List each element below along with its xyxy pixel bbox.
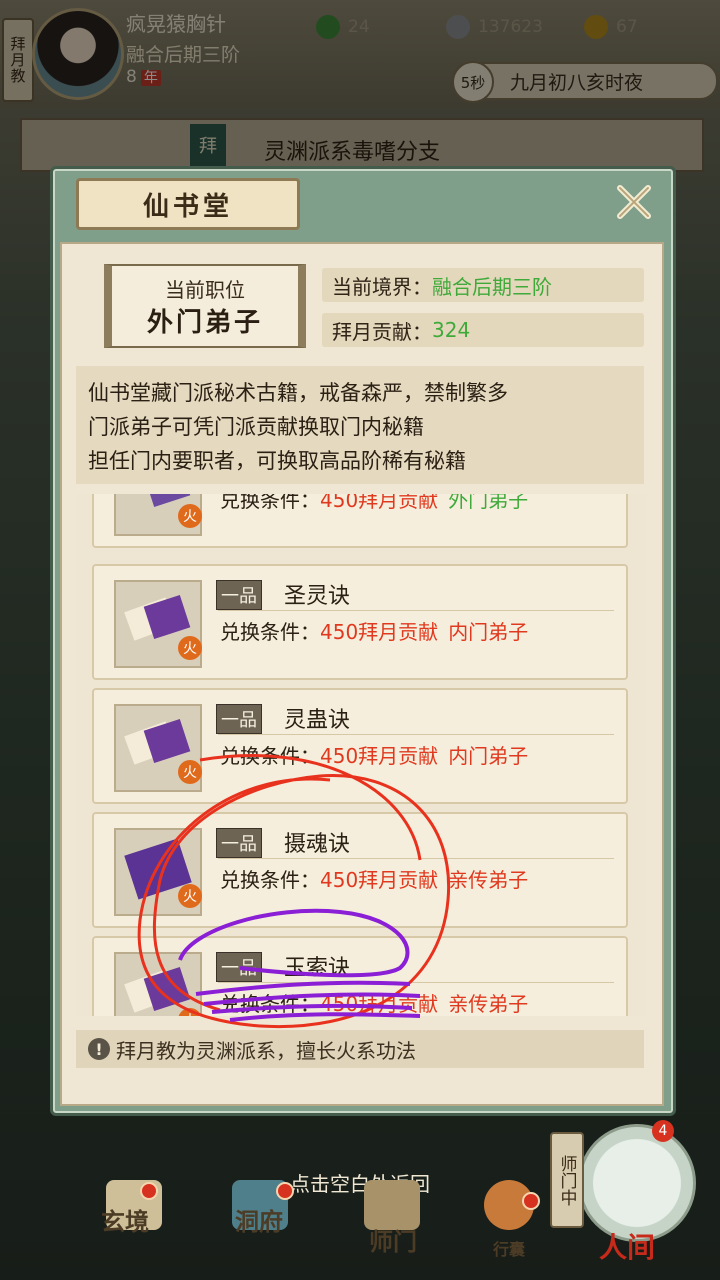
book-cover (114, 952, 202, 1016)
condition-label: 兑换条件： (220, 494, 320, 512)
book-condition: 兑换条件：450拜月贡献 亲传弟子 (220, 864, 528, 893)
book-cost: 450拜月贡献 (320, 494, 439, 512)
book-cost: 450拜月贡献 (320, 992, 439, 1016)
nav-dongfu[interactable]: 洞府 (216, 1202, 302, 1237)
description-line: 门派弟子可凭门派贡献换取门内秘籍 (88, 415, 424, 439)
condition-label: 兑换条件： (220, 620, 320, 644)
nav-xuanjing[interactable]: 玄境 (82, 1202, 168, 1237)
info-icon: ! (88, 1038, 110, 1060)
notification-dot (522, 1192, 540, 1210)
book-grade: 一品 (216, 704, 262, 734)
book-name: 灵蛊诀 (284, 708, 351, 733)
book-condition: 兑换条件：450拜月贡献 内门弟子 (220, 616, 528, 645)
close-icon (617, 185, 651, 219)
fire-element-icon: 火 (178, 884, 202, 908)
tip-text: 拜月教为灵渊派系，擅长火系功法 (116, 1038, 416, 1063)
close-button[interactable] (612, 180, 656, 224)
book-rank: 内门弟子 (448, 744, 529, 768)
book-cost: 450拜月贡献 (320, 744, 439, 768)
condition-label: 兑换条件： (220, 744, 320, 768)
condition-label: 兑换条件： (220, 992, 320, 1016)
description-line: 担任门内要职者，可换取高品阶稀有秘籍 (88, 449, 466, 473)
nav-shimen[interactable]: 师门 (350, 1222, 436, 1257)
condition-label: 兑换条件： (220, 868, 320, 892)
book-name: 摄魂诀 (284, 832, 351, 857)
book-grade: 一品 (216, 580, 262, 610)
realm-value: 融合后期三阶 (432, 274, 552, 299)
book-rank: 亲传弟子 (448, 868, 529, 892)
fire-element-icon: 火 (178, 760, 202, 784)
book-condition: 兑换条件：450拜月贡献 外门弟子 (220, 494, 528, 513)
book-rank: 内门弟子 (448, 620, 529, 644)
nav-renjian[interactable]: 人间 (584, 1226, 670, 1266)
position-label: 当前职位 (165, 278, 245, 302)
fire-element-icon: 火 (178, 636, 202, 660)
realm-row: 当前境界： 融合后期三阶 (322, 268, 644, 302)
book-name: 圣灵诀 (284, 584, 351, 609)
modal-title: 仙书堂 (76, 178, 300, 230)
realm-label: 当前境界： (332, 274, 432, 299)
book-item[interactable]: 火 一品 摄魂诀 兑换条件：450拜月贡献 亲传弟子 (92, 812, 628, 928)
book-name: 玉索诀 (284, 956, 351, 981)
mentor-emblem[interactable] (578, 1124, 696, 1242)
book-cost: 450拜月贡献 (320, 620, 439, 644)
description-line: 仙书堂藏门派秘术古籍，戒备森严，禁制繁多 (88, 381, 508, 405)
tip-bar: ! 拜月教为灵渊派系，擅长火系功法 (76, 1030, 644, 1068)
notification-dot (276, 1182, 294, 1200)
nav-xingnang[interactable]: 行囊 (466, 1236, 552, 1260)
mentor-badge: 4 (652, 1120, 674, 1142)
book-item[interactable]: 火 一品 玉索诀 兑换条件：450拜月贡献亲传弟子 (92, 936, 628, 1016)
book-item[interactable]: 火 兑换条件：450拜月贡献 外门弟子 (92, 494, 628, 548)
position-value: 外门弟子 (146, 308, 263, 338)
book-item[interactable]: 火 一品 灵蛊诀 兑换条件：450拜月贡献 内门弟子 (92, 688, 628, 804)
book-grade: 一品 (216, 828, 262, 858)
contribution-row: 拜月贡献： 324 (322, 313, 644, 347)
divider (218, 610, 614, 611)
position-plaque: 当前职位 外门弟子 (104, 264, 306, 348)
divider (218, 734, 614, 735)
book-list[interactable]: 火 兑换条件：450拜月贡献 外门弟子 火 一品 圣灵诀 兑换条件：450拜月贡献… (76, 494, 646, 1016)
book-rank: 亲传弟子 (448, 992, 529, 1016)
book-cost: 450拜月贡献 (320, 868, 439, 892)
contribution-label: 拜月贡献： (332, 319, 432, 344)
mentor-tag[interactable]: 师门中 (550, 1132, 584, 1228)
description: 仙书堂藏门派秘术古籍，戒备森严，禁制繁多 门派弟子可凭门派贡献换取门内秘籍 担任… (76, 366, 644, 484)
book-item[interactable]: 火 一品 圣灵诀 兑换条件：450拜月贡献 内门弟子 (92, 564, 628, 680)
divider (218, 982, 614, 983)
fire-element-icon: 火 (178, 504, 202, 528)
book-grade: 一品 (216, 952, 262, 982)
book-condition: 兑换条件：450拜月贡献 亲传弟子 (220, 988, 528, 1016)
book-rank: 外门弟子 (448, 494, 529, 512)
notification-dot (140, 1182, 158, 1200)
book-condition: 兑换条件：450拜月贡献 内门弟子 (220, 740, 528, 769)
contribution-value: 324 (432, 318, 471, 342)
divider (218, 858, 614, 859)
